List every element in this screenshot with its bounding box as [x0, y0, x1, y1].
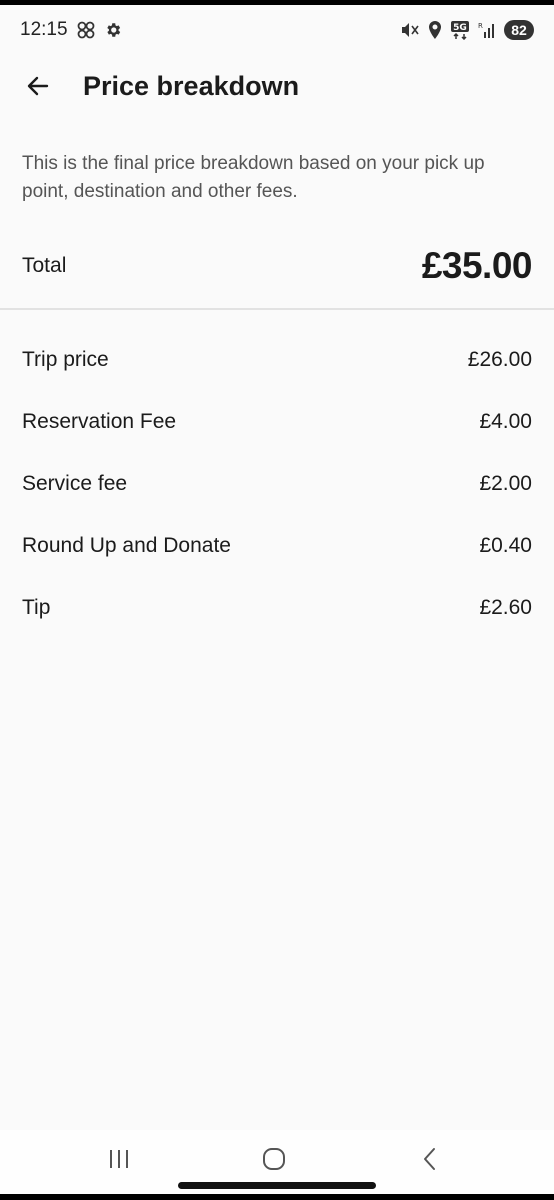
svg-text:5G: 5G [453, 23, 467, 33]
svg-text:R: R [478, 22, 483, 30]
total-value: £35.00 [421, 245, 533, 286]
item-value: £26.00 [467, 347, 532, 371]
system-navigation-bar [0, 1130, 554, 1194]
price-item-row: Tip £2.60 [22, 575, 532, 640]
item-value: £0.40 [479, 533, 532, 557]
back-button[interactable] [20, 70, 56, 106]
home-icon [261, 1146, 287, 1177]
status-bar: 12:15 5G R 82 [0, 5, 554, 55]
nav-back-button[interactable] [410, 1144, 450, 1178]
page-title: Price breakdown [83, 71, 300, 101]
item-label: Tip [22, 595, 51, 619]
app-header: Price breakdown [0, 58, 554, 118]
battery-indicator: 82 [504, 20, 534, 40]
price-item-row: Trip price £26.00 [22, 327, 532, 392]
recent-apps-icon [107, 1148, 131, 1175]
divider [0, 308, 554, 310]
recent-apps-button[interactable] [99, 1144, 139, 1178]
item-value: £2.60 [479, 595, 532, 619]
pinwheel-icon [76, 20, 96, 40]
mute-vibrate-icon [400, 21, 420, 39]
item-value: £2.00 [479, 471, 532, 495]
settings-gear-icon [104, 21, 122, 39]
screen-bottom-edge [0, 1194, 554, 1200]
price-item-row: Service fee £2.00 [22, 451, 532, 516]
price-item-row: Round Up and Donate £0.40 [22, 513, 532, 578]
5g-icon: 5G [450, 20, 470, 40]
price-items-list: Trip price £26.00 Reservation Fee £4.00 … [22, 330, 532, 640]
price-item-row: Reservation Fee £4.00 [22, 389, 532, 454]
item-label: Trip price [22, 347, 109, 371]
status-time: 12:15 [20, 19, 68, 40]
status-right: 5G R 82 [400, 20, 534, 40]
item-label: Reservation Fee [22, 409, 177, 433]
back-arrow-icon [25, 73, 51, 104]
gesture-pill[interactable] [178, 1182, 376, 1189]
item-label: Round Up and Donate [22, 533, 231, 557]
total-row: Total £35.00 [22, 238, 533, 294]
item-value: £4.00 [479, 409, 532, 433]
home-button[interactable] [254, 1144, 294, 1178]
back-icon [420, 1146, 440, 1177]
total-label: Total [22, 254, 67, 277]
item-label: Service fee [22, 471, 128, 495]
location-icon [428, 21, 442, 39]
price-description: This is the final price breakdown based … [22, 153, 485, 202]
status-left: 12:15 [20, 19, 122, 41]
signal-icon: R [478, 21, 496, 39]
